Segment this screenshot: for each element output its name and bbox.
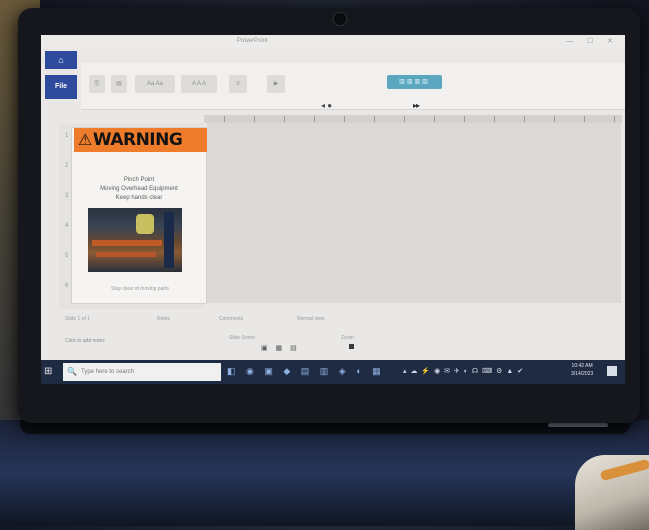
slide-number: 4 [65, 223, 69, 229]
laptop-deck [0, 420, 649, 526]
status-tab[interactable]: Comments [219, 316, 243, 322]
slide-text: Pinch Point Moving Overhead Equipment Ke… [72, 176, 206, 203]
taskbar-pinned-apps[interactable]: ◧ ◉ ▣ ◆ ▤ ▥ ◈ ◐ ▦ [227, 366, 385, 377]
ruler [204, 115, 622, 123]
ribbon: ⎘ ▤ Aa Aa A A A ≡ ▶ ▥▥▥▥ [81, 63, 625, 110]
slide-canvas[interactable] [207, 123, 621, 303]
zoom-slider-thumb[interactable] [349, 344, 354, 349]
view-label: Slide Sorter [229, 335, 256, 341]
playback-prev[interactable]: ◂ ● [321, 101, 332, 110]
title-bar: PowerPoint — ☐ ✕ [41, 35, 625, 49]
ribbon-button-paste[interactable]: ⎘ [89, 75, 105, 93]
photo-worker [136, 214, 154, 234]
slide-line: Moving Overhead Equipment [100, 186, 178, 192]
clock-date: 3/14/2023 [571, 371, 594, 377]
file-button[interactable]: File [45, 75, 77, 99]
notes-placeholder[interactable]: Click to add notes [65, 338, 105, 344]
windows-start-icon[interactable]: ⊞ [44, 366, 52, 377]
playback-next[interactable]: ▸▸ [413, 101, 420, 110]
zoom-label: Zoom [341, 335, 354, 341]
slide-line: Pinch Point [123, 177, 155, 183]
notification-icon[interactable] [607, 366, 617, 376]
search-placeholder: Type here to search [81, 369, 135, 375]
status-tab[interactable]: Slide 1 of 1 [65, 316, 90, 322]
view-icons[interactable]: ▣ ▦ ▤ [261, 344, 300, 352]
laptop-screen: PowerPoint — ☐ ✕ ⌂ File ⎘ ▤ Aa Aa A A A … [41, 35, 625, 384]
slide-number: 3 [65, 193, 69, 199]
ribbon-button-layout[interactable]: ▤ [111, 75, 127, 93]
warning-label: WARNING [92, 130, 183, 150]
system-tray-icons[interactable]: ▴ ☁ ⚡ ◉ ✉ ✈ ◐ ☊ ⌨ ⚙ ▲ ✔ [403, 367, 524, 375]
status-tab[interactable]: Notes [157, 316, 170, 322]
taskbar: ⊞ 🔍 Type here to search ◧ ◉ ▣ ◆ ▤ ▥ ◈ ◐ … [41, 360, 625, 384]
slide-thumbnail[interactable]: ⚠WARNING Pinch Point Moving Overhead Equ… [71, 127, 208, 304]
photo-beam [92, 240, 162, 246]
ribbon-button-paragraph[interactable]: ≡ [229, 75, 247, 93]
home-icon[interactable]: ⌂ [45, 51, 77, 69]
warning-banner: ⚠WARNING [74, 128, 208, 152]
slide-line: Keep hands clear [115, 195, 163, 201]
warning-icon: ⚠ [78, 130, 92, 149]
ribbon-accent-button[interactable]: ▥▥▥▥ [387, 75, 442, 89]
window-controls[interactable]: — ☐ ✕ [566, 37, 619, 45]
clock-time: 10:42 AM [571, 363, 593, 369]
status-tab[interactable]: Normal view [297, 316, 325, 322]
taskbar-clock[interactable]: 10:42 AM 3/14/2023 [571, 362, 593, 378]
search-icon: 🔍 [67, 367, 77, 376]
photo-post [164, 212, 174, 268]
photo-beam [96, 252, 156, 257]
slide-caption: Stay clear of moving parts [111, 286, 169, 292]
ribbon-button-font[interactable]: Aa Aa [135, 75, 175, 93]
slide-photo [88, 208, 182, 272]
taskbar-search-input[interactable]: 🔍 Type here to search [63, 363, 221, 381]
ribbon-button-slideshow[interactable]: ▶ [267, 75, 285, 93]
webcam [333, 12, 347, 26]
status-tabs: Slide 1 of 1 Notes Comments Normal view [61, 316, 621, 326]
slide-number: 6 [65, 283, 69, 289]
laptop-indicator [548, 423, 608, 427]
slide-number: 1 [65, 133, 69, 139]
ribbon-button-format[interactable]: A A A [181, 75, 217, 93]
slide-number: 5 [65, 253, 69, 259]
slide-number: 2 [65, 163, 69, 169]
window-title: PowerPoint [237, 38, 268, 44]
